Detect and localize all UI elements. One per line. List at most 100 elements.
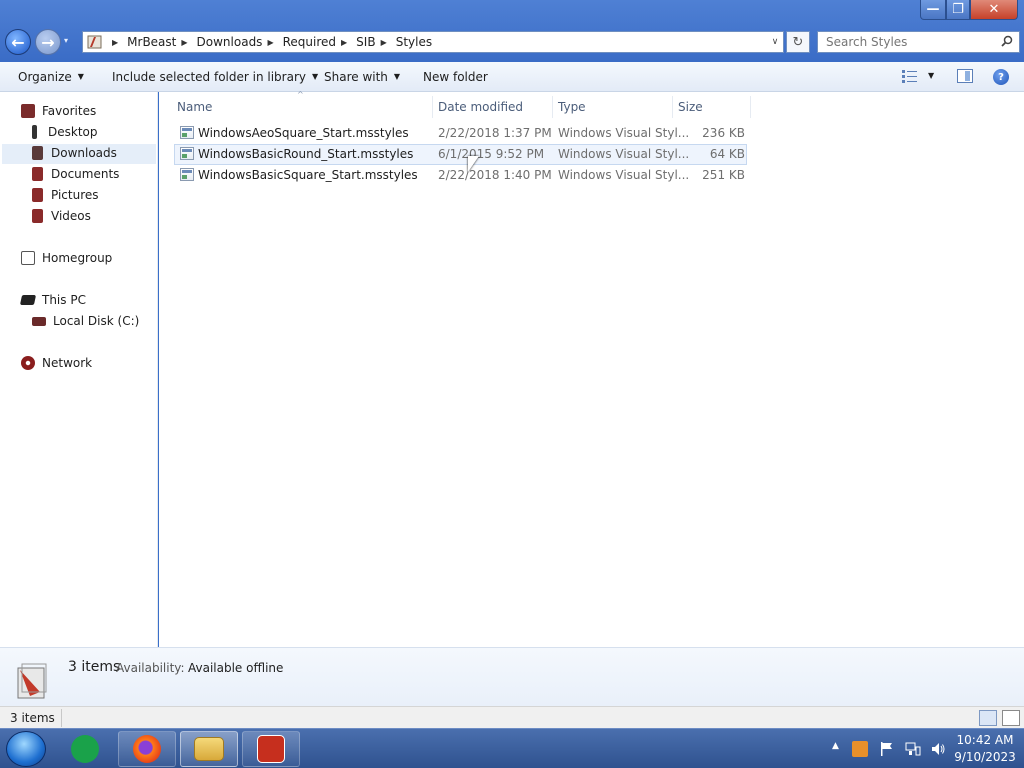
file-explorer-icon [194,737,224,761]
file-row[interactable]: WindowsBasicRound_Start.msstyles 6/1/201… [174,144,747,165]
nav-label: Pictures [51,188,99,202]
column-divider[interactable] [750,96,751,118]
start-button[interactable] [6,731,46,767]
tray-app-icon[interactable] [852,741,868,757]
chevron-down-icon: ▼ [393,72,401,81]
nav-label: Homegroup [42,251,113,265]
msstyles-file-icon [180,147,194,160]
nav-label: Documents [51,167,120,181]
window-controls: — ❐ ✕ [920,0,1018,20]
search-input[interactable] [826,35,996,49]
column-divider[interactable] [672,96,673,118]
chevron-right-icon[interactable]: ▶ [381,38,387,47]
new-folder-button[interactable]: New folder [423,62,488,92]
column-header-name[interactable]: Name [177,96,212,118]
back-button[interactable]: ← [5,29,31,55]
chevron-right-icon[interactable]: ▶ [181,38,187,47]
network-tray-icon[interactable] [905,741,921,757]
taskbar-app-firefox[interactable] [118,731,176,767]
downloads-icon [32,146,43,160]
forward-button[interactable]: → [35,29,61,55]
organize-button[interactable]: Organize ▼ [18,62,84,92]
computer-icon [19,295,37,305]
taskbar-app-file-explorer[interactable] [180,731,238,767]
file-row[interactable]: WindowsAeoSquare_Start.msstyles 2/22/201… [174,123,747,144]
nav-label: Downloads [51,146,117,160]
availability-label: Availability: [116,661,185,675]
nav-item-desktop[interactable]: Desktop [32,122,98,142]
breadcrumb-label: Required [282,35,337,49]
clock-date: 9/10/2023 [954,750,1016,764]
help-icon[interactable]: ? [993,69,1009,85]
show-hidden-icons-button[interactable]: ▲ [832,741,839,751]
chevron-down-icon: ▼ [77,72,84,81]
column-header-size[interactable]: Size [678,96,703,118]
sheets-app-icon [71,735,99,763]
file-name: WindowsAeoSquare_Start.msstyles [198,126,409,140]
nav-label: Desktop [48,125,98,139]
address-dropdown-button[interactable]: ∨ [767,32,783,52]
include-in-library-button[interactable]: Include selected folder in library ▼ [112,62,318,92]
share-with-label: Share with [324,69,388,84]
search-icon[interactable] [1001,35,1013,47]
search-box[interactable] [817,31,1020,53]
change-view-icon[interactable] [902,69,918,83]
drive-icon [32,316,46,326]
sort-ascending-icon: ^ [297,90,304,99]
nav-item-downloads[interactable]: Downloads [32,143,117,163]
breadcrumb-label: SIB [356,35,376,49]
nav-label: Videos [51,209,91,223]
recent-locations-button[interactable]: ▾ [64,36,68,45]
preview-pane-icon[interactable] [957,69,973,83]
status-item-count: 3 items [10,711,55,725]
nav-item-local-disk[interactable]: Local Disk (C:) [32,311,139,331]
file-row[interactable]: WindowsBasicSquare_Start.msstyles 2/22/2… [174,165,747,186]
column-header-date-modified[interactable]: Date modified [438,96,523,118]
taskbar: ▲ 10:42 AM 9/10/2023 [0,728,1024,768]
refresh-button[interactable]: ↻ [786,31,810,53]
file-type: Windows Visual Styl... [558,147,690,161]
breadcrumb-sib[interactable]: SIB ▶ [356,35,396,49]
videos-icon [32,209,43,223]
nav-item-videos[interactable]: Videos [32,206,91,226]
nav-item-network[interactable]: Network [21,353,92,373]
nav-item-favorites[interactable]: Favorites [21,101,96,121]
nav-label: Favorites [42,104,97,118]
taskbar-app-recorder[interactable] [242,731,300,767]
nav-item-pictures[interactable]: Pictures [32,185,99,205]
taskbar-app-sheets[interactable] [56,731,114,767]
share-with-button[interactable]: Share with ▼ [324,62,400,92]
forward-arrow-icon: → [41,32,55,52]
nav-item-this-pc[interactable]: This PC [19,290,86,310]
column-divider[interactable] [552,96,553,118]
column-divider[interactable] [432,96,433,118]
system-clock[interactable]: 10:42 AM 9/10/2023 [952,732,1018,766]
column-header-type[interactable]: Type [558,96,586,118]
chevron-right-icon[interactable]: ▶ [341,38,347,47]
close-button[interactable]: ✕ [970,0,1018,20]
homegroup-icon [21,251,35,265]
chevron-right-icon[interactable]: ▶ [267,38,273,47]
nav-item-homegroup[interactable]: Homegroup [21,248,112,268]
breadcrumb-label: Downloads [196,35,263,49]
file-name: WindowsBasicSquare_Start.msstyles [198,168,418,182]
nav-item-documents[interactable]: Documents [32,164,119,184]
breadcrumb-styles[interactable]: Styles [396,35,432,49]
views-dropdown-icon[interactable]: ▼ [928,71,934,80]
breadcrumb-downloads[interactable]: Downloads ▶ [197,35,283,49]
maximize-button[interactable]: ❐ [946,0,970,20]
breadcrumb-mrbeast[interactable]: MrBeast ▶ [127,35,196,49]
breadcrumb-required[interactable]: Required ▶ [283,35,357,49]
desktop-icon [32,125,37,139]
action-center-flag-icon[interactable] [879,741,895,757]
navigation-pane: Favorites Desktop Downloads Documents Pi… [0,92,158,647]
volume-icon[interactable] [930,741,946,757]
availability-value: Available offline [188,661,284,675]
address-bar[interactable]: ▶ MrBeast ▶ Downloads ▶ Required ▶ SIB ▶ Sty… [82,31,784,53]
large-icons-view-icon[interactable] [1002,710,1020,726]
breadcrumb-separator-root[interactable]: ▶ [107,38,127,47]
details-view-icon[interactable] [979,710,997,726]
file-size: 236 KB [702,126,745,140]
folder-icon [87,35,102,49]
minimize-button[interactable]: — [920,0,946,20]
